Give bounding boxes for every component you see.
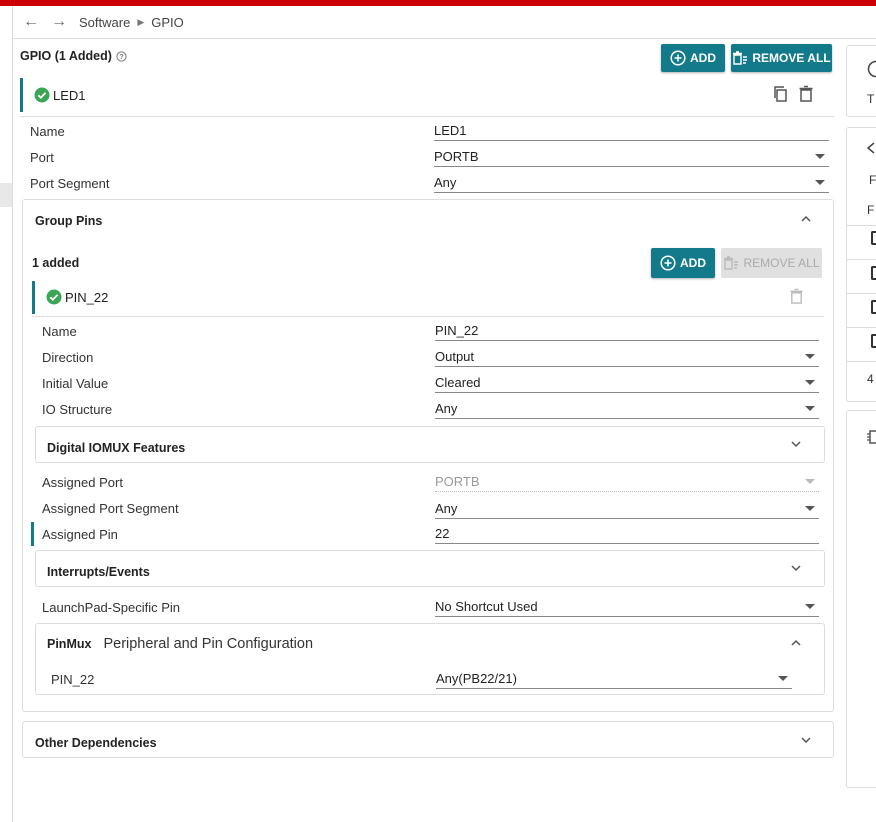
trash-icon[interactable] — [798, 85, 814, 103]
right-text-f1: F — [869, 173, 876, 187]
instance-accent — [20, 78, 23, 112]
breadcrumb-software[interactable]: Software — [79, 15, 130, 30]
pin-name-label: Name — [42, 324, 77, 339]
caret-down-icon — [805, 479, 815, 484]
pinmux-title: PinMux — [47, 637, 92, 651]
chevron-down-icon[interactable] — [799, 733, 813, 747]
pinmux-header[interactable]: PinMux Peripheral and Pin Configuration — [47, 636, 313, 652]
assigned-pin-input[interactable]: 22 — [435, 522, 819, 544]
chevron-up-icon[interactable] — [789, 636, 803, 650]
check-circle-icon — [34, 87, 50, 103]
breadcrumb-separator-icon: ▶ — [137, 16, 145, 27]
port-label: Port — [30, 150, 54, 165]
gpio-header: GPIO (1 Added) ? — [20, 49, 127, 63]
plus-circle-icon — [660, 255, 676, 271]
launchpad-select[interactable]: No Shortcut Used — [435, 595, 819, 617]
assigned-segment-label: Assigned Port Segment — [42, 501, 179, 516]
caret-down-icon — [805, 380, 815, 385]
back-arrow-icon[interactable]: ← — [23, 13, 39, 31]
chevron-left-icon[interactable] — [864, 141, 876, 155]
divider — [847, 293, 876, 294]
direction-label: Direction — [42, 350, 94, 365]
initial-value-select[interactable]: Cleared — [435, 371, 819, 393]
name-label: Name — [30, 124, 65, 139]
io-structure-label: IO Structure — [42, 402, 113, 417]
assigned-port-select: PORTB — [435, 470, 819, 492]
chevron-down-icon[interactable] — [789, 437, 803, 451]
group-pins-title[interactable]: Group Pins — [35, 214, 102, 228]
right-pane-bottom — [846, 410, 876, 788]
divider — [32, 316, 824, 317]
divider — [847, 259, 876, 260]
right-text-4: 4 — [867, 372, 874, 386]
chip-icon[interactable] — [866, 428, 876, 446]
gpio-title: GPIO (1 Added) — [20, 49, 112, 63]
chevron-up-icon[interactable] — [799, 212, 813, 226]
caret-down-icon — [815, 180, 825, 185]
interrupts-panel[interactable] — [35, 550, 825, 587]
left-collapsed-tab[interactable] — [0, 183, 12, 207]
checkbox[interactable] — [871, 334, 876, 348]
other-dependencies-title[interactable]: Other Dependencies — [35, 736, 157, 750]
forward-arrow-icon[interactable]: → — [51, 13, 67, 31]
right-pane-top — [846, 45, 876, 117]
divider — [847, 327, 876, 328]
caret-down-icon — [815, 154, 825, 159]
assigned-pin-label: Assigned Pin — [42, 527, 118, 542]
right-text-f2: F — [867, 203, 875, 217]
name-input[interactable]: LED1 — [434, 119, 829, 141]
divider — [847, 361, 876, 362]
caret-down-icon — [805, 506, 815, 511]
checkbox[interactable] — [871, 266, 876, 280]
digital-iomux-title[interactable]: Digital IOMUX Features — [47, 441, 185, 455]
pin-name-input[interactable]: PIN_22 — [435, 319, 819, 341]
port-segment-select[interactable]: Any — [434, 171, 829, 193]
instance-led1[interactable]: LED1 — [34, 87, 86, 103]
assigned-segment-select[interactable]: Any — [435, 497, 819, 519]
plus-circle-icon — [670, 50, 686, 66]
chevron-down-icon[interactable] — [789, 561, 803, 575]
divider — [847, 225, 876, 226]
pinmux-subtitle: Peripheral and Pin Configuration — [103, 636, 314, 652]
gpio-add-button[interactable]: ADD — [661, 44, 725, 72]
breadcrumb-gpio: GPIO — [151, 14, 184, 30]
port-select[interactable]: PORTB — [434, 145, 829, 167]
gpio-remove-all-button[interactable]: REMOVE ALL — [731, 44, 832, 72]
svg-text:?: ? — [119, 54, 123, 61]
trash-list-icon — [724, 256, 739, 270]
assigned-port-label: Assigned Port — [42, 475, 123, 490]
trash-list-icon — [733, 51, 748, 65]
pins-add-button[interactable]: ADD — [651, 248, 715, 278]
initial-value-label: Initial Value — [42, 376, 109, 391]
interrupts-title[interactable]: Interrupts/Events — [47, 565, 150, 579]
right-text-t: T — [867, 92, 875, 106]
caret-down-icon — [805, 354, 815, 359]
port-segment-label: Port Segment — [30, 176, 110, 191]
left-divider — [12, 6, 13, 822]
trash-icon[interactable] — [789, 288, 804, 305]
caret-down-icon — [805, 406, 815, 411]
checkbox[interactable] — [871, 231, 876, 245]
pins-count: 1 added — [32, 256, 80, 270]
help-icon[interactable]: ? — [116, 50, 127, 62]
assigned-pin-accent — [31, 522, 34, 546]
pinmux-pin-select[interactable]: Any(PB22/21) — [436, 667, 792, 689]
pin-accent — [32, 281, 35, 314]
pin-item-pin22[interactable]: PIN_22 — [46, 289, 108, 305]
pinmux-pin-label: PIN_22 — [51, 672, 95, 687]
launchpad-label: LaunchPad-Specific Pin — [42, 600, 181, 615]
direction-select[interactable]: Output — [435, 345, 819, 367]
io-structure-select[interactable]: Any — [435, 397, 819, 419]
caret-down-icon — [805, 604, 815, 609]
check-circle-icon — [46, 289, 62, 305]
copy-icon[interactable] — [772, 85, 790, 103]
checkbox[interactable] — [871, 300, 876, 314]
circle-icon[interactable] — [864, 60, 876, 78]
pins-remove-all-button[interactable]: REMOVE ALL — [721, 248, 822, 278]
divider — [20, 116, 834, 117]
breadcrumb-bar: ← → Software ▶ GPIO — [13, 6, 876, 39]
caret-down-icon — [778, 676, 788, 681]
